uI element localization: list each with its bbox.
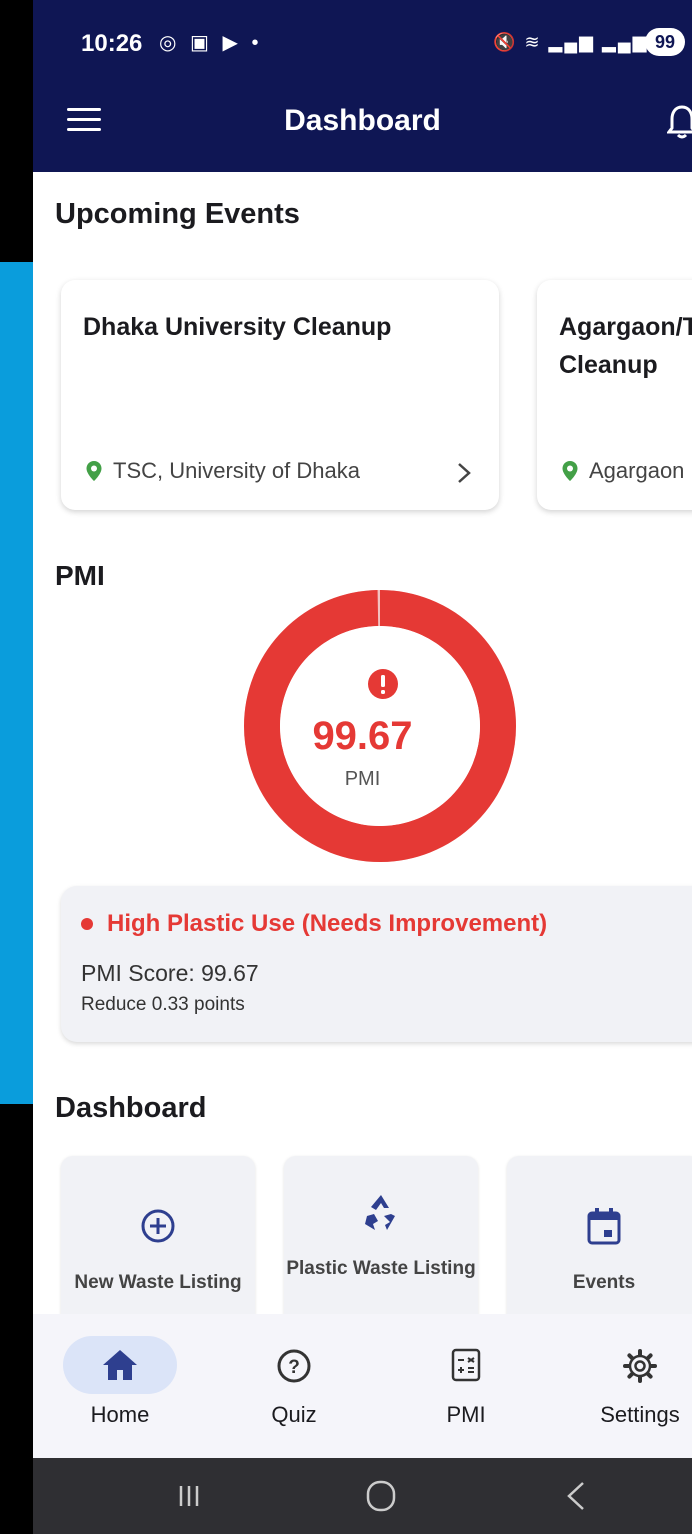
instagram-icon: ◎: [159, 32, 181, 54]
event-location-text: TSC, University of Dhaka: [113, 458, 360, 483]
page-title: Dashboard: [284, 104, 441, 137]
mute-icon: 🔇: [493, 32, 518, 52]
chevron-right-icon[interactable]: [457, 462, 471, 484]
status-time: 10:26: [81, 30, 143, 57]
pmi-value: 99.67: [312, 714, 413, 758]
alert-icon: [368, 669, 398, 699]
dashboard-section-title: Dashboard: [55, 1092, 207, 1124]
status-right-icons: 🔇 ≋ ▂▄▆ ▂▄▆: [493, 32, 648, 53]
svg-text:?: ?: [288, 1357, 300, 1378]
home-icon: [33, 1348, 207, 1384]
home-button-icon[interactable]: [361, 1478, 401, 1514]
event-location: Agargaon: [561, 458, 684, 484]
recent-apps-icon[interactable]: [169, 1478, 209, 1514]
plastic-waste-listing-button[interactable]: Plastic Waste Listing: [284, 1156, 478, 1326]
wifi-icon: ≋: [524, 32, 542, 52]
nav-item-quiz[interactable]: ? Quiz: [207, 1314, 371, 1458]
pmi-value-label: PMI: [344, 768, 381, 790]
pmi-reduce-text: Reduce 0.33 points: [81, 994, 245, 1015]
dashboard-item-label: Events: [572, 1272, 636, 1293]
recycle-icon: [284, 1190, 478, 1241]
youtube-icon: ▶: [222, 32, 242, 54]
signal-icon: ▂▄▆: [548, 32, 595, 52]
nav-item-pmi[interactable]: PMI: [379, 1314, 543, 1458]
bell-icon[interactable]: [667, 104, 692, 140]
calculator-icon: [379, 1348, 553, 1384]
calendar-icon: [507, 1206, 692, 1251]
location-pin-icon: [562, 461, 578, 481]
nav-item-settings[interactable]: Settings: [553, 1314, 692, 1458]
screen-record-icon: ▣: [190, 32, 213, 54]
left-edge-accent: [0, 262, 33, 1104]
app-screen: 10:26 ◎ ▣ ▶ • 🔇 ≋ ▂▄▆ ▂▄▆ 99 Dashboard U…: [33, 0, 692, 1534]
nav-item-home[interactable]: Home: [33, 1314, 197, 1458]
back-icon[interactable]: [557, 1478, 597, 1514]
event-card[interactable]: Agargaon/T Cleanup Agargaon: [537, 280, 692, 510]
event-title: Agargaon/T Cleanup: [559, 313, 692, 379]
nav-label: Settings: [600, 1402, 680, 1427]
dashboard-item-label: New Waste Listing: [74, 1272, 242, 1293]
gear-icon: [553, 1348, 692, 1384]
signal-icon: ▂▄▆: [602, 32, 649, 52]
bottom-navigation: Home ? Quiz PMI Settings: [33, 1314, 692, 1458]
status-dot-icon: [81, 918, 93, 930]
dashboard-item-label: Plastic Waste Listing: [286, 1258, 476, 1279]
help-circle-icon: ?: [207, 1348, 381, 1384]
add-circle-icon: [61, 1208, 255, 1249]
nav-label: Quiz: [271, 1402, 317, 1427]
pmi-score-text: PMI Score: 99.67: [81, 960, 259, 986]
dot-icon: •: [251, 32, 263, 54]
pmi-status: High Plastic Use (Needs Improvement): [81, 910, 547, 938]
status-left-icons: ◎ ▣ ▶ •: [159, 30, 262, 55]
location-pin-icon: [86, 461, 102, 481]
nav-label: PMI: [446, 1402, 486, 1427]
event-card[interactable]: Dhaka University Cleanup TSC, University…: [61, 280, 499, 510]
event-location: TSC, University of Dhaka: [85, 458, 360, 484]
pmi-status-text: High Plastic Use (Needs Improvement): [107, 910, 548, 937]
events-button[interactable]: Events: [507, 1156, 692, 1326]
event-title: Dhaka University Cleanup: [83, 313, 392, 341]
nav-label: Home: [90, 1402, 150, 1427]
app-header: 10:26 ◎ ▣ ▶ • 🔇 ≋ ▂▄▆ ▂▄▆ 99 Dashboard: [33, 0, 692, 172]
battery-indicator: 99: [645, 28, 685, 56]
system-navigation-bar: [33, 1458, 692, 1534]
pmi-section-title: PMI: [55, 560, 105, 591]
pmi-status-card: High Plastic Use (Needs Improvement) PMI…: [61, 886, 692, 1042]
event-location-text: Agargaon: [589, 458, 685, 483]
new-waste-listing-button[interactable]: New Waste Listing: [61, 1156, 255, 1326]
upcoming-events-title: Upcoming Events: [55, 198, 300, 230]
